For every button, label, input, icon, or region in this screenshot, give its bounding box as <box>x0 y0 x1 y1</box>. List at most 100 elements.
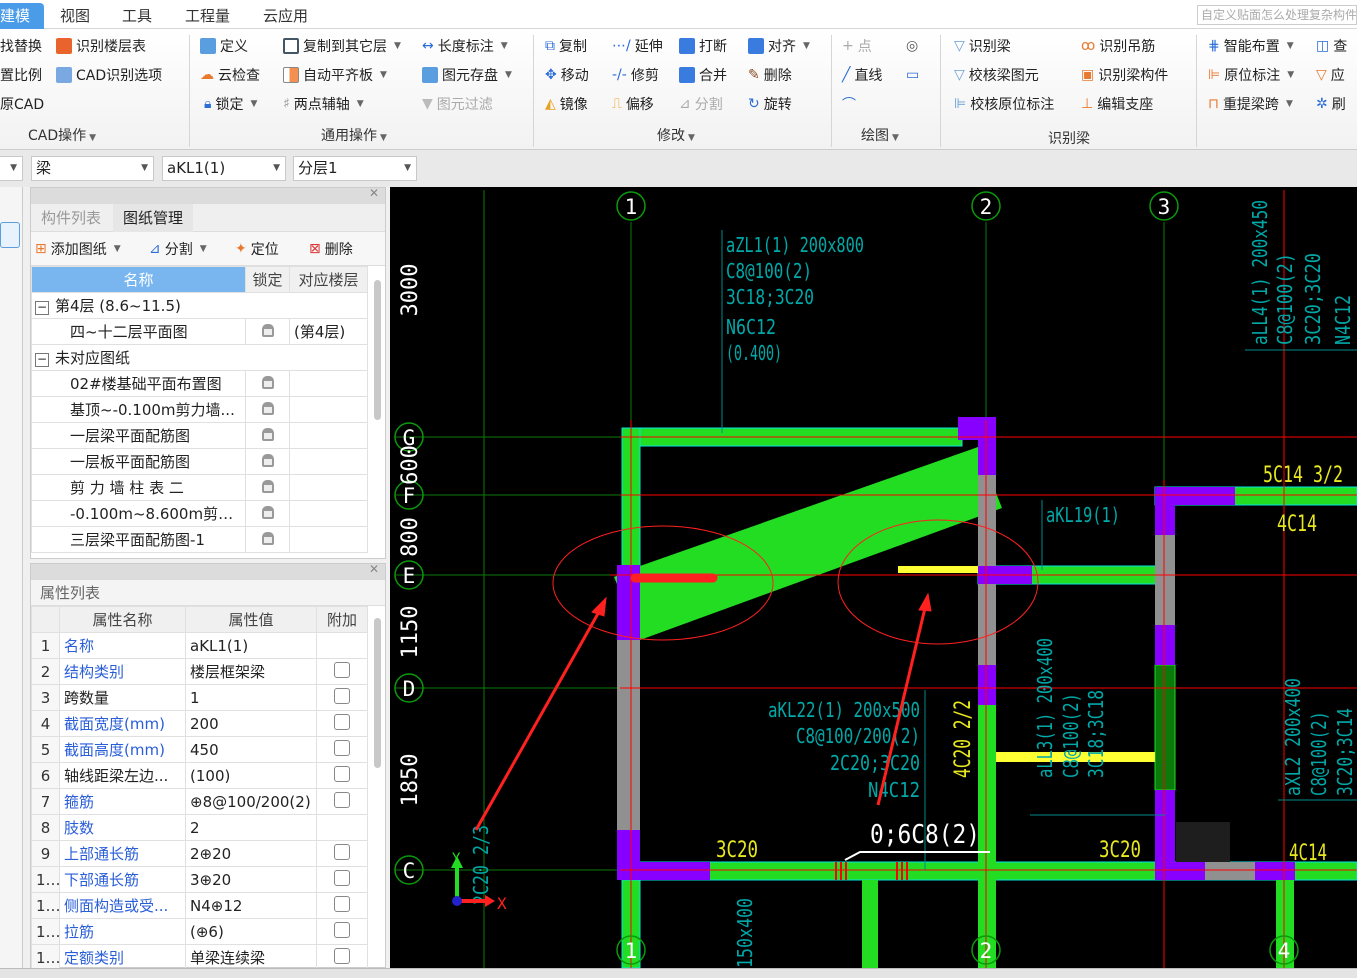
scrollbar-thumb[interactable] <box>374 618 381 768</box>
extra-checkbox[interactable] <box>334 869 350 886</box>
lock-icon[interactable] <box>261 531 274 545</box>
trim-button[interactable]: -/- 修剪 <box>612 64 659 86</box>
drawing-row[interactable]: 一层梁平面配筋图 <box>31 422 368 449</box>
cad-canvas[interactable]: 123124GFEDC 3000 600 800 1150 1850 aZL1(1) 2… <box>390 187 1357 969</box>
copy-to-layer-button[interactable]: 复制到其它层 ▼ <box>283 35 401 57</box>
scrollbar-thumb[interactable] <box>374 280 381 420</box>
lock-icon[interactable] <box>261 453 274 467</box>
group-draw[interactable]: 绘图 ▼ <box>861 125 899 145</box>
drawing-row[interactable]: -0.100m~8.600m剪力... <box>31 500 368 527</box>
two-point-axis-button[interactable]: ♯ 两点辅轴 ▼ <box>283 93 364 115</box>
recognize-beam-component-button[interactable]: ▣ 识别梁构件 <box>1081 64 1168 86</box>
define-button[interactable]: 定义 <box>200 35 248 57</box>
property-row[interactable]: 2 结构类别 楼层框架梁 <box>31 658 368 685</box>
recognize-floor-table-button[interactable]: 识别楼层表 <box>56 35 146 57</box>
property-row[interactable]: 6 轴线距梁左边... (100) <box>31 762 368 789</box>
layer-panel-icon[interactable] <box>0 222 20 248</box>
property-value[interactable]: ⊕8@100/200(2) <box>185 788 317 815</box>
property-row[interactable]: 10 下部通长筋 3⊕20 <box>31 866 368 893</box>
drawing-row[interactable]: 剪 力 墙 柱 表 二 <box>31 474 368 501</box>
drawing-row[interactable]: 四~十二层平面图 (第4层) <box>31 318 368 345</box>
tab-view[interactable]: 视图 <box>60 4 90 28</box>
property-value[interactable]: (⊕6) <box>185 918 317 945</box>
rectangle-button[interactable]: ▭ <box>906 64 919 86</box>
scrollbar[interactable] <box>371 606 383 966</box>
cloud-check-button[interactable]: ☁ 云检查 <box>200 64 260 86</box>
drawing-row[interactable]: 三层梁平面配筋图-1 <box>31 526 368 553</box>
col-lock[interactable]: 锁定 <box>245 266 290 293</box>
find-replace-button[interactable]: 找替换 <box>0 35 42 57</box>
line-button[interactable]: ╱ 直线 <box>842 64 882 86</box>
extend-button[interactable]: ⋯/延伸 <box>612 35 663 57</box>
smart-layout-button[interactable]: ⋕ 智能布置 ▼ <box>1208 35 1294 57</box>
break-button[interactable]: 打断 <box>679 35 727 57</box>
extra-checkbox[interactable] <box>334 739 350 756</box>
property-row[interactable]: 5 截面高度(mm) 450 <box>31 736 368 763</box>
tab-cloud[interactable]: 云应用 <box>263 4 308 28</box>
save-element-button[interactable]: 图元存盘 ▼ <box>422 64 512 86</box>
tab-tools[interactable]: 工具 <box>122 4 152 28</box>
property-row[interactable]: 13 定额类别 单梁连续梁 <box>31 944 368 971</box>
drawing-row[interactable]: − 第4层 (8.6~11.5) <box>31 292 368 319</box>
element-filter-button[interactable]: ▼ 图元过滤 <box>422 93 493 115</box>
length-dim-button[interactable]: ↔ 长度标注 ▼ <box>422 35 508 57</box>
property-row[interactable]: 12 拉筋 (⊕6) <box>31 918 368 945</box>
search-input[interactable]: 自定义贴面怎么处理复杂构件 <box>1197 5 1357 25</box>
mirror-button[interactable]: ◭ 镜像 <box>545 93 588 115</box>
property-row[interactable]: 3 跨数量 1 <box>31 684 368 711</box>
cad-drawing[interactable]: 1 2 31 2 4GFEDC 300060080011501850 aZL1(1) 2… <box>390 187 1357 969</box>
auto-align-slab-button[interactable]: 自动平齐板 ▼ <box>283 64 387 86</box>
lock-icon[interactable] <box>261 401 274 415</box>
check-annotation-button[interactable]: ⊫ 校核原位标注 <box>954 93 1054 115</box>
recognize-beam-button[interactable]: ▽ 识别梁 <box>954 35 1011 57</box>
cad-options-button[interactable]: CAD识别选项 <box>56 64 162 86</box>
offset-button[interactable]: ⎍ 偏移 <box>612 93 654 115</box>
tab-modeling[interactable]: 建模 <box>0 3 45 29</box>
group-general-ops[interactable]: 通用操作 ▼ <box>321 125 387 145</box>
arc-button[interactable]: ⌒ <box>842 93 856 115</box>
tab-drawing-management[interactable]: 图纸管理 <box>113 204 194 232</box>
rotate-button[interactable]: ↻ 旋转 <box>748 93 792 115</box>
apply-button[interactable]: ▽ 应 <box>1316 64 1345 86</box>
in-situ-annotation-button[interactable]: ⊫ 原位标注 ▼ <box>1208 64 1294 86</box>
restore-cad-button[interactable]: 原CAD <box>0 93 44 115</box>
set-scale-button[interactable]: 置比例 <box>0 64 42 86</box>
tab-quantity[interactable]: 工程量 <box>185 4 230 28</box>
drawing-row[interactable]: − 未对应图纸 <box>31 344 368 371</box>
query-button[interactable]: ◫ 查 <box>1316 35 1347 57</box>
col-name[interactable]: 名称 <box>31 266 246 293</box>
floor-select[interactable]: ▼ <box>0 156 23 181</box>
lock-icon[interactable] <box>261 427 274 441</box>
property-value[interactable]: 2 <box>185 814 317 841</box>
extra-checkbox[interactable] <box>334 687 350 704</box>
split-drawing-button[interactable]: ⊿ 分割 ▼ <box>149 238 207 260</box>
group-cad-ops[interactable]: CAD操作 ▼ <box>28 125 96 145</box>
close-icon[interactable]: ✕ <box>369 562 379 576</box>
property-value[interactable]: 450 <box>185 736 317 763</box>
close-icon[interactable]: ✕ <box>369 186 379 200</box>
extra-checkbox[interactable] <box>334 765 350 782</box>
tab-component-list[interactable]: 构件列表 <box>31 204 111 232</box>
component-select[interactable]: aKL1(1) ▼ <box>162 156 286 181</box>
col-floor[interactable]: 对应楼层 <box>289 266 368 293</box>
property-value[interactable]: 楼层框架梁 <box>185 658 317 685</box>
refresh-button[interactable]: ✲ 刷 <box>1316 93 1346 115</box>
group-modify[interactable]: 修改 ▼ <box>657 125 695 145</box>
property-value[interactable]: aKL1(1) <box>185 632 317 659</box>
extra-checkbox[interactable] <box>334 843 350 860</box>
locate-button[interactable]: ✦ 定位 <box>235 238 279 260</box>
property-row[interactable]: 9 上部通长筋 2⊕20 <box>31 840 368 867</box>
circle-button[interactable]: ◎ <box>906 35 918 57</box>
collapse-icon[interactable]: − <box>35 353 49 367</box>
extra-checkbox[interactable] <box>334 895 350 912</box>
extra-checkbox[interactable] <box>334 947 350 964</box>
extra-checkbox[interactable] <box>334 713 350 730</box>
category-select[interactable]: 梁 ▼ <box>31 156 154 181</box>
property-value[interactable]: (100) <box>185 762 317 789</box>
property-row[interactable]: 4 截面宽度(mm) 200 <box>31 710 368 737</box>
point-button[interactable]: + 点 <box>842 35 872 57</box>
property-value[interactable]: 1 <box>185 684 317 711</box>
property-value[interactable]: 200 <box>185 710 317 737</box>
lock-icon[interactable] <box>261 375 274 389</box>
copy-button[interactable]: ⧉ 复制 <box>545 35 587 57</box>
